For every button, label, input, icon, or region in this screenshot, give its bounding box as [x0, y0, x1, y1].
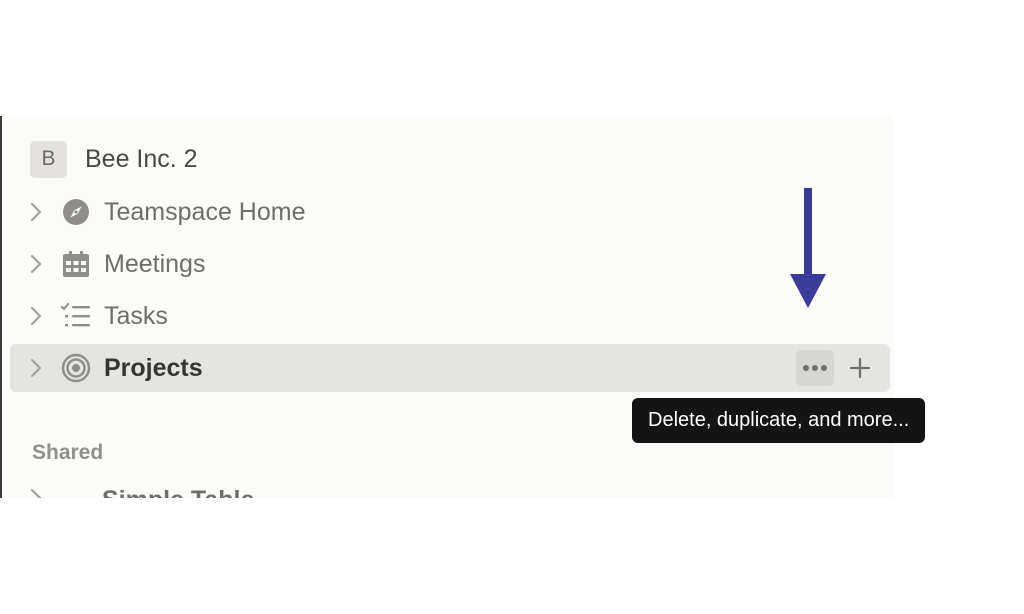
chevron-right-icon[interactable] — [30, 254, 56, 274]
target-icon — [60, 352, 92, 384]
row-actions — [796, 350, 874, 386]
chevron-right-icon[interactable] — [30, 358, 56, 378]
more-options-button[interactable] — [796, 350, 834, 386]
sidebar-item-teamspace-home[interactable]: Teamspace Home — [10, 188, 890, 236]
screenshot-stage: B Bee Inc. 2 Teamspace Home Meetings Tas… — [0, 0, 1024, 614]
workspace-avatar: B — [30, 140, 67, 178]
checklist-icon — [60, 300, 92, 332]
sidebar-item-meetings[interactable]: Meetings — [10, 240, 890, 288]
sidebar-item-label: Simple Table — [102, 486, 254, 498]
chevron-right-icon[interactable] — [30, 306, 56, 326]
workspace-name: Bee Inc. 2 — [85, 144, 198, 173]
sidebar-item-shared-partial[interactable]: Simple Table — [30, 486, 254, 498]
workspace-switcher[interactable]: B Bee Inc. 2 — [30, 140, 198, 178]
compass-icon — [60, 196, 92, 228]
section-label-shared: Shared — [32, 441, 104, 464]
sidebar-item-label: Tasks — [104, 301, 168, 330]
sidebar-item-label: Teamspace Home — [104, 197, 306, 226]
annotation-arrow-down-icon — [790, 188, 826, 308]
calendar-icon — [60, 248, 92, 280]
sidebar-item-label: Meetings — [104, 249, 206, 278]
sidebar-item-projects[interactable]: Projects — [10, 344, 890, 392]
plus-icon — [849, 357, 871, 379]
add-page-button[interactable] — [846, 350, 874, 386]
tooltip: Delete, duplicate, and more... — [632, 398, 926, 443]
chevron-right-icon[interactable] — [30, 486, 64, 498]
chevron-right-icon[interactable] — [30, 202, 56, 222]
more-horizontal-icon — [803, 365, 827, 371]
sidebar-item-tasks[interactable]: Tasks — [10, 292, 890, 340]
sidebar-item-label: Projects — [104, 353, 203, 382]
